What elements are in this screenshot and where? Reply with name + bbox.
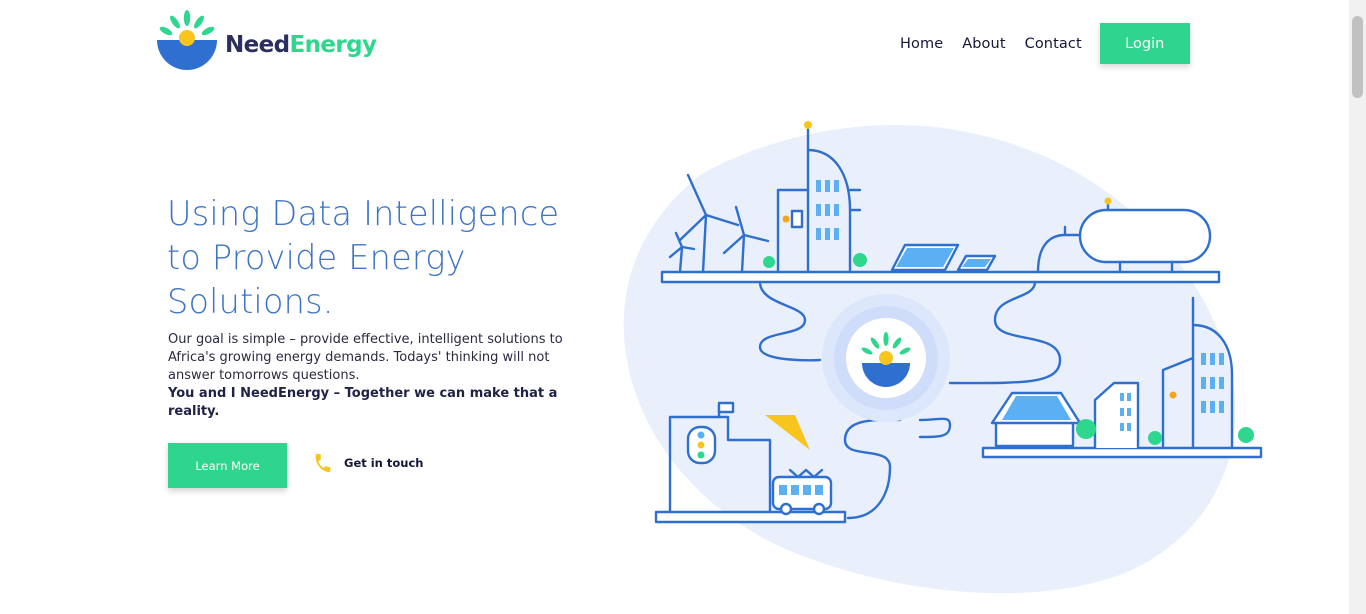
energy-city-illustration	[623, 121, 1263, 594]
landing-page: NeedEnergy Home About Contact Login Usin…	[0, 0, 1366, 614]
brand-name-energy: Energy	[289, 32, 377, 58]
brand-name-need: Need	[225, 32, 290, 58]
get-in-touch-link[interactable]: Get in touch	[312, 452, 423, 474]
hero-title-line3: Solutions.	[167, 282, 334, 321]
nav-about[interactable]: About	[962, 25, 1005, 63]
phone-icon	[315, 453, 331, 473]
learn-more-button[interactable]: Learn More	[168, 443, 287, 488]
get-in-touch-label: Get in touch	[344, 456, 424, 470]
scrollbar-thumb[interactable]	[1352, 16, 1363, 98]
main-nav: Home About Contact Login	[900, 23, 1190, 64]
hero-description-text: Our goal is simple – provide effective, …	[168, 332, 563, 383]
sun-logo-icon	[157, 10, 217, 70]
hero-title-line2: to Provide Energy	[167, 238, 466, 277]
brand-wordmark: NeedEnergy	[225, 32, 377, 58]
hero-tagline: You and I NeedEnergy – Together we can m…	[168, 386, 558, 419]
brand-logo[interactable]: NeedEnergy	[155, 10, 377, 74]
nav-home[interactable]: Home	[900, 25, 943, 63]
login-button[interactable]: Login	[1099, 23, 1190, 64]
vertical-scrollbar[interactable]	[1349, 0, 1366, 614]
hero-description: Our goal is simple – provide effective, …	[168, 331, 578, 421]
hero-title: Using Data Intelligence to Provide Energ…	[167, 192, 607, 324]
nav-contact[interactable]: Contact	[1025, 25, 1082, 63]
hero-title-line1: Using Data Intelligence	[167, 194, 560, 233]
